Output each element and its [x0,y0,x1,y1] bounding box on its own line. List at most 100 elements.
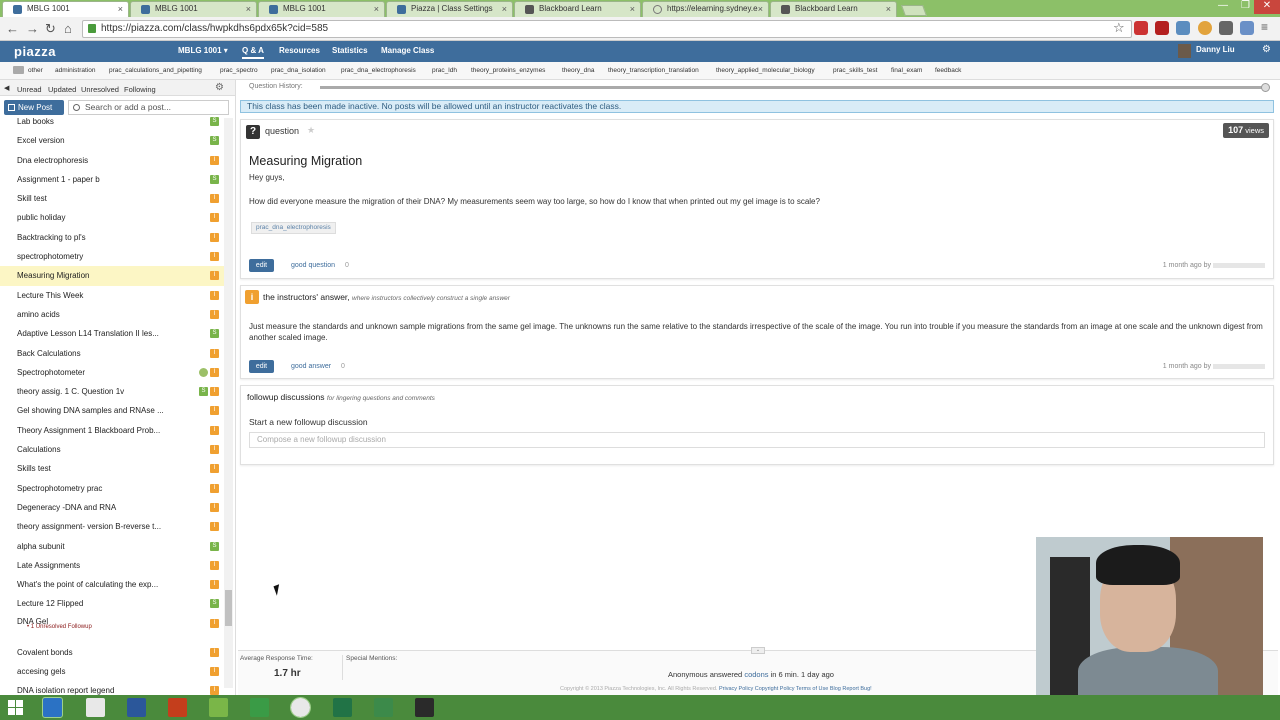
folder-filter-link[interactable]: feedback [935,67,961,74]
browser-tab[interactable]: MBLG 1001 × [130,1,257,17]
piazza-logo[interactable]: piazza [14,44,56,59]
collapse-arrow-icon[interactable]: ◀ [4,84,9,92]
back-button[interactable]: ← [6,21,19,36]
history-slider-knob[interactable] [1261,83,1270,92]
anon-post-link[interactable]: codons [744,670,768,679]
acrobat-app-icon[interactable] [86,698,105,717]
good-answer-link[interactable]: good answer [291,363,331,370]
windows-start-icon[interactable] [8,700,24,716]
post-list-item[interactable]: Covalent bonds I [0,643,225,662]
extension-icon[interactable] [1155,21,1169,35]
followup-compose-input[interactable]: Compose a new followup discussion [249,432,1265,448]
reload-button[interactable]: ↻ [45,21,56,37]
close-tab-icon[interactable]: × [630,2,635,16]
tab-statistics[interactable]: Statistics [332,46,368,55]
folder-filter-link[interactable]: theory_transcription_translation [608,67,699,74]
post-list-item[interactable]: Lecture 12 Flipped S [0,594,225,613]
minimize-button[interactable]: — [1218,0,1228,11]
post-list-item[interactable]: Skill test I [0,189,225,208]
post-list-item[interactable]: DNA isolation report legend I [0,681,225,695]
post-list-item[interactable]: Spectrophotometer I [0,363,225,382]
extension-icon[interactable] [1176,21,1190,35]
edit-answer-button[interactable]: edit [249,360,274,373]
post-list-item[interactable]: Gel showing DNA samples and RNAse ... I [0,401,225,420]
close-tab-icon[interactable]: × [118,2,123,16]
browser-tab[interactable]: MBLG 1001 × [2,1,129,17]
favorite-star-icon[interactable]: ★ [307,125,315,136]
folder-tag[interactable]: prac_dna_electrophoresis [251,222,336,234]
folder-filter-link[interactable]: prac_dna_electrophoresis [341,67,416,74]
browser-tab[interactable]: Blackboard Learn × [514,1,641,17]
close-tab-icon[interactable]: × [502,2,507,16]
user-name[interactable]: Danny Liu [1196,45,1235,54]
close-tab-icon[interactable]: × [886,2,891,16]
folder-filter-link[interactable]: prac_dna_isolation [271,67,326,74]
folder-filter-link[interactable]: prac_skills_test [833,67,877,74]
folder-filter-link[interactable]: prac_calculations_and_pipetting [109,67,202,74]
post-list-item[interactable]: Theory Assignment 1 Blackboard Prob... I [0,421,225,440]
feed-settings-gear-icon[interactable]: ⚙ [215,82,224,93]
post-list-item[interactable]: What's the point of calculating the exp.… [0,575,225,594]
new-tab-button[interactable] [900,5,928,16]
post-list-item[interactable]: theory assig. 1 C. Question 1v I S [0,382,225,401]
post-list-item[interactable]: Dna electrophoresis I [0,151,225,170]
folder-filter-link[interactable]: other [28,67,43,74]
menu-icon[interactable]: ≡ [1261,21,1275,35]
post-list-item[interactable]: Measuring Migration I [0,266,225,286]
home-button[interactable]: ⌂ [64,21,72,36]
extension-icon[interactable] [1198,21,1212,35]
folder-filter-link[interactable]: theory_dna [562,67,595,74]
close-tab-icon[interactable]: × [758,2,763,16]
folder-filter-link[interactable]: prac_spectro [220,67,258,74]
browser-tab[interactable]: Blackboard Learn × [770,1,897,17]
post-list-item[interactable]: public holiday I [0,208,225,227]
post-list-item[interactable]: Spectrophotometry prac I [0,479,225,498]
forward-button[interactable]: → [26,21,39,36]
mail-extension-icon[interactable] [1240,21,1254,35]
filter-following[interactable]: Following [124,85,156,94]
folder-filter-link[interactable]: final_exam [891,67,922,74]
close-window-button[interactable]: ✕ [1254,0,1280,14]
close-tab-icon[interactable]: × [246,2,251,16]
tab-qa[interactable]: Q & A [242,46,264,59]
post-list-item[interactable]: accesing gels I [0,662,225,681]
post-list-item[interactable]: spectrophotometry I [0,247,225,266]
folder-filter-link[interactable]: theory_applied_molecular_biology [716,67,815,74]
excel-app-icon[interactable] [333,698,352,717]
browser-tab[interactable]: MBLG 1001 × [258,1,385,17]
post-list-item[interactable]: DNA Gel I • 1 Unresolved Followup [0,614,225,643]
app-icon[interactable] [415,698,434,717]
post-list-item[interactable]: Late Assignments I [0,556,225,575]
post-list-item[interactable]: Assignment 1 - paper b S [0,170,225,189]
folder-filter-link[interactable]: administration [55,67,95,74]
scrollbar-thumb[interactable] [225,590,232,626]
post-list-item[interactable]: Calculations I [0,440,225,459]
sidebar-scrollbar[interactable] [224,118,233,688]
good-question-link[interactable]: good question [291,262,335,269]
maximize-button[interactable]: ❐ [1241,0,1250,11]
tab-resources[interactable]: Resources [279,46,320,55]
post-list-item[interactable]: alpha subunit S [0,537,225,556]
bookmark-star-icon[interactable]: ☆ [1113,20,1125,36]
folder-filter-link[interactable]: prac_ldh [432,67,457,74]
powerpoint-app-icon[interactable] [168,698,187,717]
expand-stats-chevron-icon[interactable]: ⌄ [751,647,765,654]
class-dropdown[interactable]: MBLG 1001 ▾ [178,46,228,55]
settings-gear-icon[interactable]: ⚙ [1262,44,1271,55]
filter-unread[interactable]: Unread [17,85,42,94]
post-list-item[interactable]: amino acids I [0,305,225,324]
post-list-item[interactable]: Excel version S [0,131,225,150]
extension-icon[interactable] [1134,21,1148,35]
question-history-slider[interactable] [320,83,1270,92]
post-list-item[interactable]: theory assignment- version B-reverse t..… [0,517,225,536]
browser-tab[interactable]: https://elearning.sydney.e × [642,1,769,17]
chrome-app-icon[interactable] [290,697,311,718]
post-list-item[interactable]: Lab books S [0,112,225,131]
app-icon[interactable] [209,698,228,717]
outlook-app-icon[interactable] [42,697,63,718]
post-list-item[interactable]: Backtracking to pl's I [0,228,225,247]
post-list-item[interactable]: Adaptive Lesson L14 Translation II les..… [0,324,225,343]
tab-manage-class[interactable]: Manage Class [381,46,434,55]
browser-tab[interactable]: Piazza | Class Settings × [386,1,513,17]
filter-updated[interactable]: Updated [48,85,76,94]
